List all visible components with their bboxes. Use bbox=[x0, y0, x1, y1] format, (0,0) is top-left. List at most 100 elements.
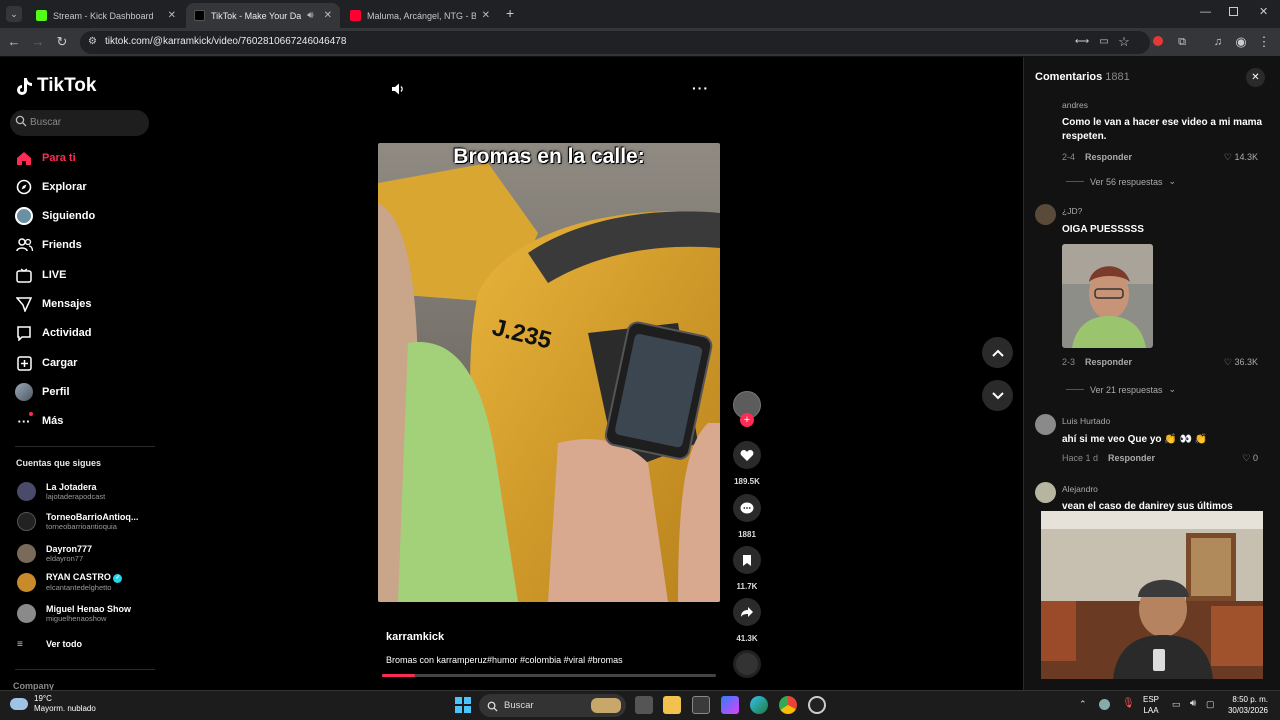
store-icon[interactable] bbox=[692, 696, 710, 714]
more-icon: ··· bbox=[15, 412, 33, 430]
like-button[interactable]: 189.5K bbox=[733, 441, 761, 486]
following-account[interactable]: Miguel Henao Show miguelhenaoshow bbox=[17, 601, 131, 625]
previous-video-button[interactable] bbox=[982, 337, 1013, 368]
speaker-icon[interactable]: 🔊︎ bbox=[307, 10, 313, 21]
comment-image[interactable] bbox=[1062, 244, 1153, 348]
reply-button[interactable]: Responder bbox=[1085, 357, 1132, 367]
menu-icon[interactable]: ⋮ bbox=[1256, 34, 1272, 50]
creator-avatar-button[interactable]: + bbox=[733, 391, 761, 427]
reply-button[interactable]: Responder bbox=[1085, 152, 1132, 162]
account-handle: eldayron77 bbox=[46, 553, 84, 563]
nav-siguiendo[interactable]: Siguiendo bbox=[15, 206, 95, 226]
following-icon bbox=[15, 207, 33, 225]
comment-like[interactable]: ♡ 14.3K bbox=[1224, 152, 1258, 163]
restore-button[interactable] bbox=[1229, 7, 1238, 16]
edge-icon[interactable] bbox=[750, 696, 768, 714]
copilot-icon[interactable] bbox=[721, 696, 739, 714]
sound-disc-button[interactable] bbox=[733, 650, 761, 678]
windows-start-icon[interactable] bbox=[455, 697, 471, 713]
comment-like[interactable]: ♡ 36.3K bbox=[1224, 357, 1258, 368]
following-account[interactable]: Dayron777 eldayron77 bbox=[17, 541, 92, 565]
avatar[interactable] bbox=[1035, 204, 1056, 225]
nav-live[interactable]: LIVE bbox=[15, 265, 66, 285]
search-input[interactable]: Buscar bbox=[10, 110, 149, 136]
close-window-button[interactable]: ✕ bbox=[1259, 5, 1268, 18]
following-account[interactable]: RYAN CASTRO ✓ elcantantedelghetto bbox=[17, 570, 123, 594]
see-all-link[interactable]: ≡ Ver todo bbox=[17, 632, 82, 656]
nav-actividad[interactable]: Actividad bbox=[15, 323, 92, 343]
close-comments-button[interactable]: ✕ bbox=[1246, 68, 1265, 87]
comment-like[interactable]: ♡ 0 bbox=[1242, 453, 1258, 464]
avatar[interactable] bbox=[1035, 414, 1056, 435]
nav-perfil[interactable]: Perfil bbox=[15, 382, 70, 402]
reload-icon[interactable]: ↻ bbox=[54, 34, 70, 50]
tiktok-logo[interactable]: TikTok bbox=[16, 75, 96, 97]
new-tab-button[interactable]: + bbox=[506, 5, 514, 21]
video-author[interactable]: karramkick bbox=[386, 631, 444, 643]
volume-icon[interactable]: 🔊︎ bbox=[1190, 698, 1196, 709]
tab-kick[interactable]: Stream - Kick Dashboard ✕ bbox=[28, 3, 184, 28]
nav-friends[interactable]: Friends bbox=[15, 235, 82, 255]
nav-para-ti[interactable]: Para ti bbox=[15, 148, 76, 168]
share-button[interactable]: 41.3K bbox=[733, 598, 761, 643]
tab-youtube[interactable]: Maluma, Arcángel, NTG - BOTE ✕ bbox=[342, 3, 498, 28]
chrome-icon[interactable] bbox=[779, 696, 797, 714]
cast-icon[interactable]: ▭ bbox=[1096, 34, 1112, 50]
weather-widget[interactable]: 19°C Mayorm. nublado bbox=[10, 694, 96, 714]
account-handle: torneobarrioantioquia bbox=[46, 521, 117, 531]
comment-username[interactable]: andres bbox=[1062, 100, 1088, 110]
bookmark-star-icon[interactable]: ☆ bbox=[1116, 34, 1132, 50]
comment-username[interactable]: Alejandro bbox=[1062, 484, 1098, 494]
video-player[interactable]: J.235 Bromas en la calle: bbox=[378, 143, 720, 602]
following-account[interactable]: TorneoBarrioAntioq... torneobarrioantioqu… bbox=[17, 509, 138, 533]
microphone-icon[interactable]: 🎙︎ bbox=[1122, 698, 1135, 709]
nav-mas[interactable]: ··· Más bbox=[15, 411, 63, 431]
save-count: 11.7K bbox=[736, 582, 758, 591]
media-control-icon[interactable]: ♫ bbox=[1210, 34, 1226, 50]
site-info-icon[interactable]: ⚙ bbox=[88, 36, 97, 47]
comment-meta: 2-4 Responder bbox=[1062, 152, 1133, 162]
tab-search-button[interactable]: ⌄ bbox=[6, 6, 22, 22]
back-icon[interactable]: ← bbox=[6, 34, 22, 50]
view-replies-button[interactable]: Ver 21 respuestas ⌄ bbox=[1066, 384, 1176, 395]
save-button[interactable]: 11.7K bbox=[733, 546, 761, 591]
task-view-icon[interactable] bbox=[635, 696, 653, 714]
following-account[interactable]: La Jotadera lajotaderapodcast bbox=[17, 479, 105, 503]
profile-icon[interactable]: ◉ bbox=[1233, 34, 1249, 50]
close-icon[interactable]: ✕ bbox=[168, 10, 176, 21]
forward-icon[interactable]: → bbox=[30, 34, 46, 50]
system-clock[interactable]: 8:50 p. m. 30/03/2026 bbox=[1220, 694, 1268, 716]
obs-icon[interactable] bbox=[808, 696, 826, 714]
follow-plus-icon[interactable]: + bbox=[740, 413, 754, 427]
address-bar[interactable]: ⚙ tiktok.com/@karramkick/video/760281066… bbox=[80, 31, 1150, 54]
next-video-button[interactable] bbox=[982, 380, 1013, 411]
reply-button[interactable]: Responder bbox=[1108, 453, 1155, 463]
comment-button[interactable]: 1881 bbox=[733, 494, 761, 539]
more-options-icon[interactable]: ··· bbox=[692, 80, 709, 96]
account-handle: elcantantedelghetto bbox=[46, 582, 112, 592]
video-progress-bar[interactable] bbox=[382, 674, 716, 677]
volume-icon[interactable] bbox=[391, 82, 405, 101]
comment-username[interactable]: ¿JD? bbox=[1062, 206, 1082, 216]
language-indicator[interactable]: ESP LAA bbox=[1143, 694, 1159, 716]
nav-mensajes[interactable]: Mensajes bbox=[15, 294, 92, 314]
taskbar-search[interactable]: Buscar bbox=[479, 694, 626, 717]
comment-username[interactable]: Luis Hurtado bbox=[1062, 416, 1110, 426]
tray-app-icon[interactable] bbox=[1099, 699, 1110, 710]
chevron-up-icon[interactable]: ⌃ bbox=[1079, 699, 1087, 710]
avatar[interactable] bbox=[1035, 482, 1056, 503]
translate-icon[interactable]: ⟷ bbox=[1074, 34, 1090, 50]
view-replies-button[interactable]: Ver 56 respuestas ⌄ bbox=[1066, 176, 1176, 187]
nav-explorar[interactable]: Explorar bbox=[15, 177, 87, 197]
like-count: 189.5K bbox=[734, 477, 760, 486]
network-icon[interactable]: ▭ bbox=[1172, 699, 1181, 710]
tab-tiktok[interactable]: TikTok - Make Your Day 🔊︎ ✕ bbox=[186, 3, 340, 28]
minimize-button[interactable]: — bbox=[1200, 6, 1211, 18]
close-icon[interactable]: ✕ bbox=[482, 10, 490, 21]
battery-icon[interactable]: ▢ bbox=[1206, 699, 1215, 710]
nav-cargar[interactable]: Cargar bbox=[15, 353, 77, 373]
close-icon[interactable]: ✕ bbox=[324, 10, 332, 21]
file-explorer-icon[interactable] bbox=[663, 696, 681, 714]
extension-red-icon[interactable] bbox=[1150, 34, 1166, 50]
extensions-icon[interactable]: ⧉ bbox=[1174, 34, 1190, 50]
